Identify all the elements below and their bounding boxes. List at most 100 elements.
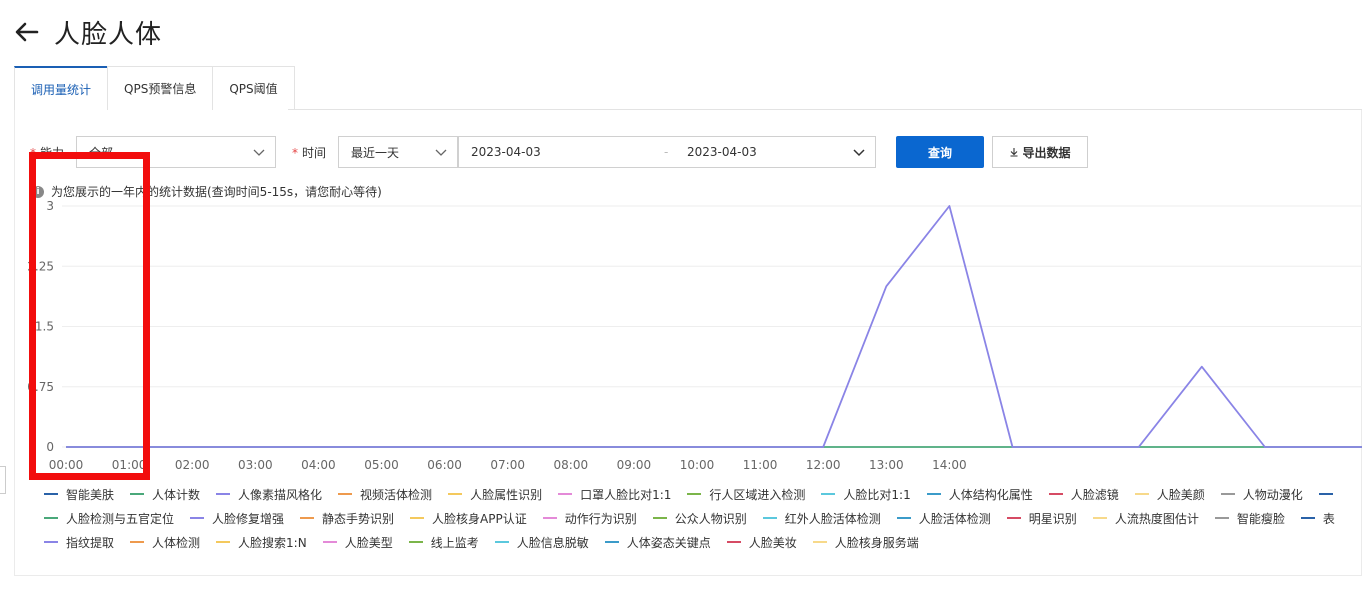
y-tick-label: 1.5 <box>35 320 54 334</box>
legend-item[interactable]: 线上监考 <box>408 534 479 551</box>
legend-item[interactable]: 智能瘦脸 <box>1214 510 1285 527</box>
legend-label: 指纹提取 <box>66 535 115 550</box>
legend-label: 人脸核身APP认证 <box>432 511 527 526</box>
x-tick-label: 01:00 <box>112 458 147 472</box>
legend-label: 人脸核身服务端 <box>834 535 919 550</box>
legend-item[interactable]: 红外人脸活体检测 <box>762 510 881 527</box>
legend-label: 人体检测 <box>152 535 201 550</box>
legend-item[interactable]: 人脸美型 <box>322 534 393 551</box>
legend-marker <box>322 541 337 543</box>
x-tick-label: 06:00 <box>427 458 462 472</box>
legend-label: 公众人物识别 <box>674 511 747 526</box>
legend-item[interactable]: 视频活体检测 <box>338 486 432 503</box>
legend-marker <box>408 541 423 543</box>
legend-label: 人流热度图估计 <box>1114 511 1199 526</box>
legend-item[interactable]: 动作行为识别 <box>542 510 637 527</box>
y-tick-label: 0.75 <box>27 380 54 394</box>
x-tick-label: 12:00 <box>806 458 841 472</box>
legend-label: 线上监考 <box>430 535 479 550</box>
legend-marker <box>762 517 777 519</box>
legend-marker <box>652 517 667 519</box>
legend-item[interactable]: 人体姿态关键点 <box>604 534 711 551</box>
legend-item[interactable]: 人体检测 <box>130 534 200 551</box>
x-tick-label: 00:00 <box>49 458 84 472</box>
legend-item[interactable]: 人体计数 <box>130 486 200 503</box>
legend-item[interactable]: 人像素描风格化 <box>216 486 322 503</box>
legend-item[interactable]: 公众人物识别 <box>652 510 747 527</box>
legend-marker <box>1134 493 1149 495</box>
legend-item[interactable]: 行人区域进入检测 <box>687 486 805 503</box>
legend-label: 人脸搜索1:N <box>238 535 307 550</box>
legend-label: 表 <box>1322 511 1335 526</box>
legend-marker <box>130 541 145 543</box>
x-tick-label: 10:00 <box>680 458 715 472</box>
legend-item[interactable]: 人脸搜索1:N <box>216 534 307 551</box>
legend-marker <box>1006 517 1021 519</box>
legend-label: 动作行为识别 <box>564 511 637 526</box>
legend-label: 智能美肤 <box>66 487 115 502</box>
legend-label: 人脸信息脱敏 <box>516 535 589 550</box>
legend-item[interactable]: 智能美肤 <box>44 486 114 503</box>
legend-label: 人脸属性识别 <box>470 487 543 502</box>
legend-item[interactable]: 明星识别 <box>1006 510 1077 527</box>
side-collapse-handle[interactable] <box>0 466 6 494</box>
legend-item[interactable]: 指纹提取 <box>44 534 114 551</box>
legend-row: 智能美肤 人体计数 人像素描风格化 视频活体检测 人脸属性识别 口罩人脸比对1:1 行人区域… <box>44 484 1357 504</box>
legend-item[interactable]: 人脸活体检测 <box>896 510 991 527</box>
legend-marker <box>1214 517 1229 519</box>
legend-marker <box>812 541 827 543</box>
legend-marker <box>821 493 836 495</box>
x-tick-label: 11:00 <box>743 458 778 472</box>
legend-item[interactable]: 人脸核身APP认证 <box>410 510 527 527</box>
x-tick-label: 13:00 <box>869 458 904 472</box>
x-tick-label: 14:00 <box>932 458 967 472</box>
legend-item[interactable]: 表 <box>1300 510 1335 527</box>
legend-item[interactable]: 人流热度图估计 <box>1092 510 1199 527</box>
legend-marker <box>687 493 702 495</box>
legend-item[interactable]: 人脸属性识别 <box>448 486 542 503</box>
chart-legend: 智能美肤 人体计数 人像素描风格化 视频活体检测 人脸属性识别 口罩人脸比对1:1 行人区域… <box>44 484 1362 560</box>
x-tick-label: 05:00 <box>364 458 399 472</box>
legend-item[interactable]: 人脸美颜 <box>1134 486 1205 503</box>
legend-marker <box>338 493 353 495</box>
legend-item[interactable]: 人脸核身服务端 <box>812 534 919 551</box>
legend-item[interactable]: 人体结构化属性 <box>926 486 1033 503</box>
legend-marker <box>410 517 425 519</box>
legend-label: 明星识别 <box>1028 511 1077 526</box>
legend-marker <box>300 517 315 519</box>
legend-item[interactable]: 人脸美妆 <box>726 534 797 551</box>
legend-label: 人脸修复增强 <box>212 511 285 526</box>
legend-item[interactable]: 人脸滤镜 <box>1048 486 1119 503</box>
legend-label: 人脸比对1:1 <box>843 487 911 502</box>
y-tick-label: 2.25 <box>27 259 54 273</box>
legend-item[interactable]: 口罩人脸比对1:1 <box>558 486 671 503</box>
legend-label: 人脸活体检测 <box>918 511 991 526</box>
legend-item[interactable] <box>1318 493 1341 495</box>
legend-label: 人体结构化属性 <box>948 487 1033 502</box>
legend-marker <box>1092 517 1107 519</box>
legend-label: 人物动漫化 <box>1242 487 1303 502</box>
legend-row: 指纹提取 人体检测 人脸搜索1:N 人脸美型 线上监考 人脸信息脱敏 人体姿态关键点 人脸美妆… <box>44 532 935 552</box>
y-tick-label: 3 <box>46 199 54 213</box>
legend-item[interactable]: 人脸修复增强 <box>190 510 284 527</box>
legend-item[interactable]: 人脸检测与五官定位 <box>44 510 174 527</box>
legend-marker <box>1318 493 1333 495</box>
legend-marker <box>542 517 557 519</box>
legend-item[interactable]: 人脸比对1:1 <box>821 486 911 503</box>
legend-label: 智能瘦脸 <box>1236 511 1285 526</box>
legend-marker <box>130 493 145 495</box>
legend-row: 人脸检测与五官定位 人脸修复增强 静态手势识别 人脸核身APP认证 动作行为识别 公众人物… <box>44 508 1351 528</box>
legend-marker <box>216 493 231 495</box>
legend-label: 人脸美颜 <box>1156 487 1205 502</box>
legend-item[interactable]: 人脸信息脱敏 <box>494 534 589 551</box>
legend-label: 人体计数 <box>152 487 201 502</box>
legend-label: 人体姿态关键点 <box>626 535 711 550</box>
legend-marker <box>44 493 58 495</box>
legend-marker <box>448 493 463 495</box>
x-tick-label: 04:00 <box>301 458 336 472</box>
legend-label: 人脸检测与五官定位 <box>66 511 175 526</box>
legend-marker <box>1300 517 1315 519</box>
legend-item[interactable]: 人物动漫化 <box>1220 486 1303 503</box>
legend-item[interactable]: 静态手势识别 <box>300 510 394 527</box>
legend-label: 行人区域进入检测 <box>709 487 806 502</box>
